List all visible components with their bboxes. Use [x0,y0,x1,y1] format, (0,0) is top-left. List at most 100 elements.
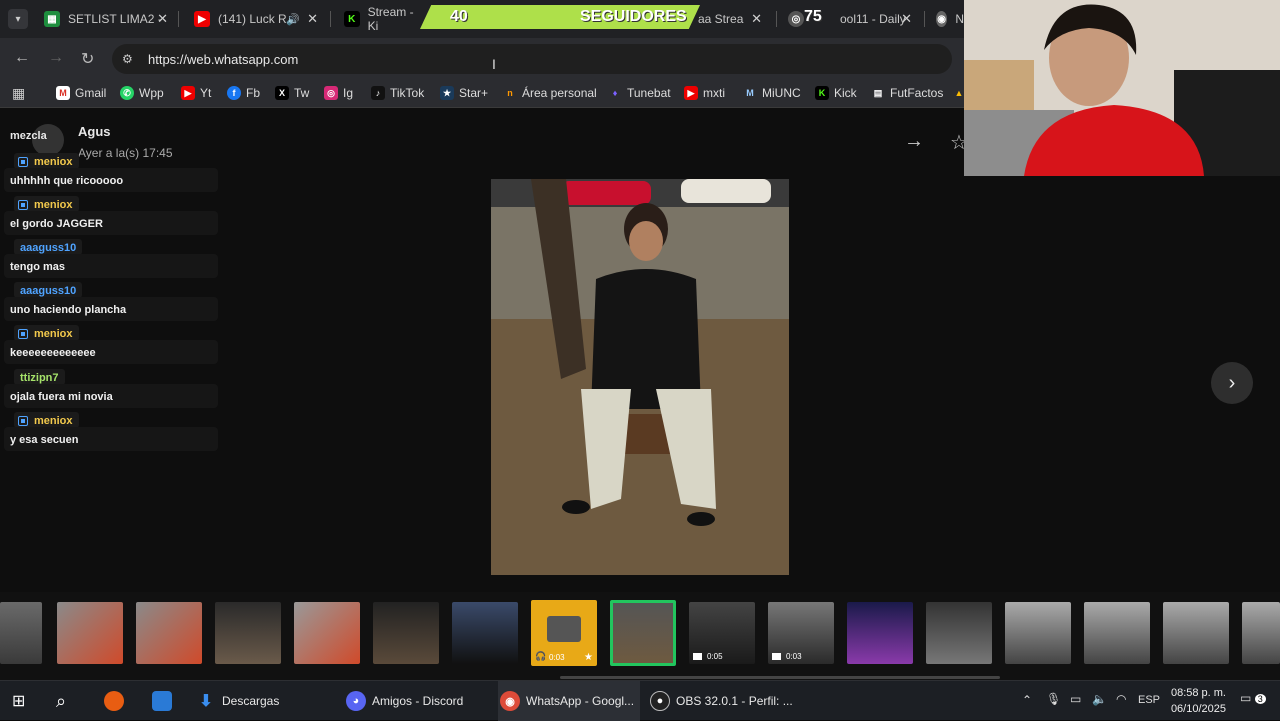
webcam-overlay [964,0,1280,176]
selected-thumbnail[interactable] [610,600,676,666]
chat-username: ttizipn7 [14,369,65,385]
taskbar-app-pin2[interactable] [152,681,178,721]
tab-list-icon[interactable]: ▾ [8,9,28,29]
tab-setlist[interactable]: ▦ SETLIST LIMA2 - ✕ [36,4,176,34]
strip-scrollbar[interactable] [560,676,1000,679]
media-thumbnail[interactable] [452,602,518,664]
chrome-icon: ◉ [936,11,948,27]
volume-icon[interactable]: 🔈 [1092,692,1107,706]
daily-icon: ◎ [788,11,804,27]
media-thumbnail[interactable] [294,602,360,664]
area-personal-icon: n [503,86,517,100]
taskbar-app-pin1[interactable] [104,681,130,721]
search-button[interactable]: ⌕ [56,681,66,721]
url-bar[interactable]: ⚙ https://web.whatsapp.com [112,44,952,74]
media-thumbnail[interactable] [1084,602,1150,664]
tab-kick[interactable]: K Stream - Ki [336,4,426,34]
tab-youtube[interactable]: ▶ (141) Luck R 🔊 ✕ [186,4,326,34]
apps-grid-icon[interactable]: ▦ [12,85,25,102]
media-thumbnail[interactable] [373,602,439,664]
url-text: https://web.whatsapp.com [148,51,299,67]
media-thumbnail[interactable] [1163,602,1229,664]
chat-message-text: mezcla [10,130,47,142]
language-indicator[interactable]: ESP [1138,694,1160,706]
bookmark-ig[interactable]: ◎ Ig [324,86,353,100]
star-icon: ★ [584,652,593,663]
media-thumbnail[interactable] [215,602,281,664]
back-icon[interactable]: ← [14,49,30,67]
tab-daily[interactable]: ◎ ool11 - Daily ✕ [780,4,920,34]
image-placeholder-icon [547,616,581,642]
media-thumbnail[interactable] [1242,602,1280,664]
tab-label: Stream - Ki [367,5,414,33]
taskbar-discord[interactable]: ◕ Amigos - Discord [346,681,463,721]
video-thumbnail[interactable]: 0:03 [768,602,834,664]
webcam-feed [964,0,1280,176]
bookmark-tunebat[interactable]: ♦ Tunebat [608,86,671,100]
reload-icon[interactable]: ↻ [81,49,94,69]
message-timestamp: Ayer a la(s) 17:45 [78,146,173,160]
bookmark-yt[interactable]: ▶ Yt [181,86,211,100]
search-icon: ⌕ [56,690,67,711]
taskbar-descargas[interactable]: ⬇ Descargas [196,681,279,721]
subscriber-badge-icon [18,156,28,167]
bookmark-miunc[interactable]: M MiUNC [743,86,801,100]
tunebat-icon: ♦ [608,86,622,100]
chat-message: uno haciendo plancha [4,297,218,321]
close-icon[interactable]: ✕ [307,11,318,27]
kick-icon: K [344,11,360,27]
taskbar-obs[interactable]: ● OBS 32.0.1 - Perfil: ... [650,681,793,721]
video-icon [693,653,702,660]
subscriber-badge-icon [18,415,28,426]
forward-icon[interactable]: → [904,130,924,153]
taskbar-chrome[interactable]: ◉ WhatsApp - Googl... [498,681,640,721]
clock[interactable]: 08:58 p. m. 06/10/2025 [1168,685,1226,717]
close-icon[interactable]: ✕ [157,11,168,27]
tab-label: ool11 - Daily [840,12,906,26]
next-media-button[interactable]: › [1211,362,1253,404]
bookmark-tiktok[interactable]: ♪ TikTok [371,86,424,100]
media-thumbnail[interactable] [847,602,913,664]
youtube-icon: ▶ [684,86,698,100]
audio-thumbnail[interactable]: 🎧 0:03 ★ [531,600,597,666]
notification-button[interactable]: ▭ 3 [1240,691,1266,705]
speaker-icon[interactable]: 🔊 [286,13,300,26]
media-thumbnail[interactable] [1005,602,1071,664]
futfactos-icon: ▤ [871,86,885,100]
bookmark-area-personal[interactable]: n Área personal [503,86,597,100]
chat-message: el gordo JAGGER [4,211,218,235]
instagram-icon: ◎ [324,86,338,100]
close-icon[interactable]: ✕ [901,11,912,27]
tab-label: aa Strea [698,12,744,26]
bookmark-kick[interactable]: K Kick [815,86,857,100]
bookmark-starplus[interactable]: ★ Star+ [440,86,488,100]
notification-count: 3 [1254,694,1266,704]
chevron-up-icon[interactable]: ⌃ [1022,693,1032,707]
media-thumbnail-strip: 🎧 0:03 ★ 0:05 0:03 [0,592,1280,680]
media-photo [491,179,789,575]
forward-icon[interactable]: → [48,49,64,67]
bookmark-gmail[interactable]: M Gmail [56,86,106,100]
media-thumbnail[interactable] [136,602,202,664]
media-thumbnail[interactable] [57,602,123,664]
media-thumbnail[interactable] [926,602,992,664]
bookmark-wpp[interactable]: ✆ Wpp [120,86,164,100]
site-info-icon[interactable]: ⚙ [122,52,133,66]
microphone-icon[interactable]: 🎙 [1046,692,1061,706]
start-button[interactable]: ⊞ [12,681,25,721]
tab-label: (141) Luck R [218,12,287,26]
facebook-icon: f [227,86,241,100]
close-icon[interactable]: ✕ [751,11,762,27]
bookmark-tw[interactable]: X Tw [275,86,309,100]
media-thumbnail[interactable] [0,602,42,664]
obs-icon: ● [650,691,670,711]
video-thumbnail[interactable]: 0:05 [689,602,755,664]
bookmark-mxti[interactable]: ▶ mxti [684,86,725,100]
chat-message: keeeeeeeeeeeee [4,340,218,364]
wifi-icon[interactable]: ◠ [1116,692,1126,706]
bookmark-fb[interactable]: f Fb [227,86,260,100]
windows-taskbar: ⊞ ⌕ ⬇ Descargas ◕ Amigos - Discord ◉ WhatsA… [0,680,1280,721]
tab-chrome[interactable]: ◉ N [928,4,964,34]
bookmark-futfactos[interactable]: ▤ FutFactos [871,86,943,100]
network-icon[interactable]: ▭ [1070,692,1081,706]
